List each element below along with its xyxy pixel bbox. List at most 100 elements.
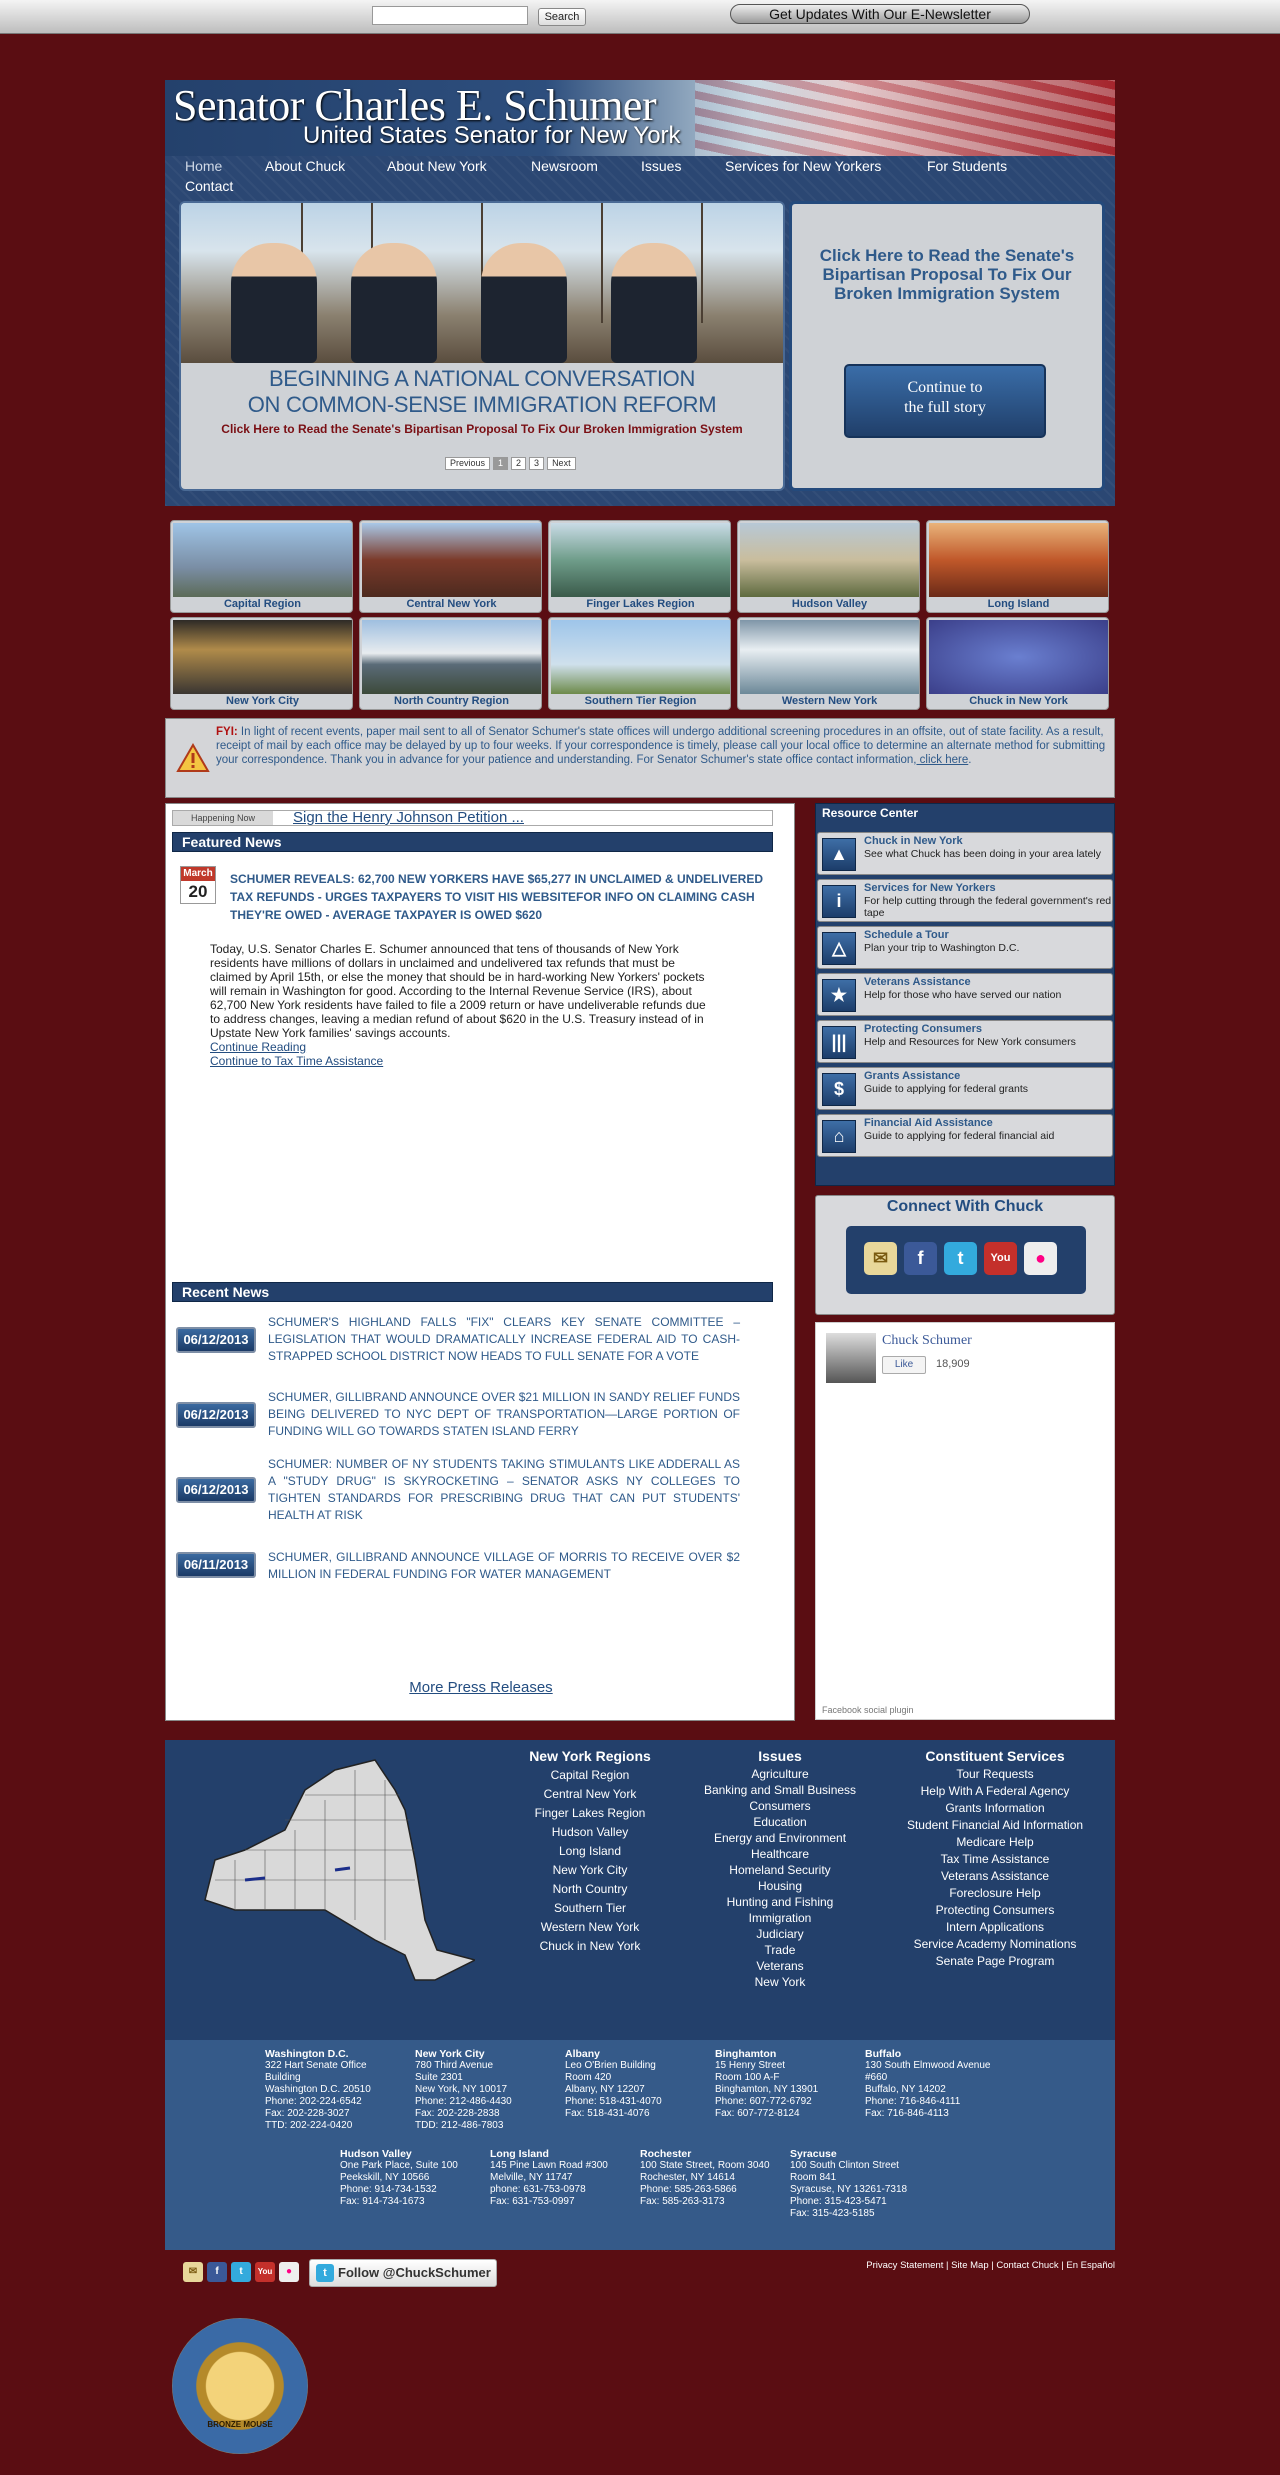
featured-title[interactable]: SCHUMER REVEALS: 62,700 NEW YORKERS HAVE… — [230, 870, 778, 924]
nav-home[interactable]: Home — [185, 158, 222, 174]
region-tile-southern-tier[interactable]: Southern Tier Region — [548, 617, 731, 710]
twitter-icon[interactable]: t — [944, 1242, 977, 1275]
footer-link[interactable]: New York City — [505, 1861, 675, 1880]
slide-caption-line2[interactable]: ON COMMON-SENSE IMMIGRATION REFORM — [181, 392, 783, 418]
youtube-icon[interactable]: You — [255, 2262, 275, 2282]
follow-twitter-button[interactable]: t Follow @ChuckSchumer — [309, 2259, 497, 2287]
footer-link[interactable]: Chuck in New York — [505, 1937, 675, 1956]
footer-link[interactable]: Student Financial Aid Information — [885, 1817, 1105, 1834]
news-item-link[interactable]: Schumer: Number Of NY Students Taking St… — [268, 1456, 740, 1524]
region-tile-chuck-in-new-york[interactable]: Chuck in New York — [926, 617, 1109, 710]
pager-page-1[interactable]: 1 — [493, 457, 509, 470]
nav-contact[interactable]: Contact — [185, 178, 233, 194]
resource-item-financial-aid[interactable]: ⌂ Financial Aid Assistance Guide to applyi… — [817, 1114, 1113, 1157]
footer-link[interactable]: Immigration — [685, 1910, 875, 1926]
footer-link[interactable]: Veterans Assistance — [885, 1868, 1105, 1885]
more-press-releases-link[interactable]: More Press Releases — [166, 1679, 796, 1696]
region-tile-hudson-valley[interactable]: Hudson Valley — [737, 520, 920, 613]
news-item-link[interactable]: Schumer, Gillibrand Announce Over $21 Mi… — [268, 1389, 740, 1440]
footer-link[interactable]: Banking and Small Business — [685, 1782, 875, 1798]
footer-link[interactable]: Medicare Help — [885, 1834, 1105, 1851]
footer-link[interactable]: Capital Region — [505, 1766, 675, 1785]
facebook-plugin-label[interactable]: Facebook social plugin — [822, 1705, 914, 1715]
pager-previous[interactable]: Previous — [445, 457, 491, 470]
resource-item-grants[interactable]: $ Grants Assistance Guide to applying for … — [817, 1067, 1113, 1110]
footer-link[interactable]: Long Island — [505, 1842, 675, 1861]
email-icon[interactable]: ✉ — [864, 1242, 897, 1275]
slideshow[interactable]: BEGINNING A NATIONAL CONVERSATION ON COM… — [179, 201, 785, 491]
facebook-icon[interactable]: f — [904, 1242, 937, 1275]
footer-link[interactable]: Energy and Environment — [685, 1830, 875, 1846]
news-item-link[interactable]: Schumer, Gillibrand Announce Village Of … — [268, 1549, 740, 1583]
footer-link[interactable]: Consumers — [685, 1798, 875, 1814]
region-tile-north-country[interactable]: North Country Region — [359, 617, 542, 710]
footer-link[interactable]: North Country — [505, 1880, 675, 1899]
footer-link[interactable]: Foreclosure Help — [885, 1885, 1105, 1902]
nav-about-new-york[interactable]: About New York — [387, 158, 487, 174]
footer-link[interactable]: Veterans — [685, 1958, 875, 1974]
youtube-icon[interactable]: You — [984, 1242, 1017, 1275]
nav-services[interactable]: Services for New Yorkers — [725, 158, 881, 174]
region-tile-long-island[interactable]: Long Island — [926, 520, 1109, 613]
resource-item-consumers[interactable]: ||| Protecting Consumers Help and Resource… — [817, 1020, 1113, 1063]
region-tile-central[interactable]: Central New York — [359, 520, 542, 613]
slide-subcaption[interactable]: Click Here to Read the Senate's Bipartis… — [181, 422, 783, 436]
footer-link[interactable]: Trade — [685, 1942, 875, 1958]
happening-now-link[interactable]: Sign the Henry Johnson Petition ... — [293, 809, 524, 826]
resource-item-tour[interactable]: △ Schedule a Tour Plan your trip to Washin… — [817, 926, 1113, 969]
footer-link[interactable]: Hudson Valley — [505, 1823, 675, 1842]
footer-link[interactable]: Service Academy Nominations — [885, 1936, 1105, 1953]
region-tile-western-new-york[interactable]: Western New York — [737, 617, 920, 710]
footer-links[interactable]: Privacy Statement | Site Map | Contact C… — [700, 2260, 1115, 2271]
flickr-icon[interactable]: ● — [279, 2262, 299, 2282]
facebook-name[interactable]: Chuck Schumer — [882, 1333, 972, 1349]
email-icon[interactable]: ✉ — [183, 2262, 203, 2282]
region-tile-new-york-city[interactable]: New York City — [170, 617, 353, 710]
footer-link[interactable]: Healthcare — [685, 1846, 875, 1862]
news-item-link[interactable]: Schumer's Highland Falls "FIX" Clears Ke… — [268, 1314, 740, 1365]
search-button[interactable]: Search — [538, 8, 586, 26]
footer-link[interactable]: Senate Page Program — [885, 1953, 1105, 1970]
footer-link[interactable]: Finger Lakes Region — [505, 1804, 675, 1823]
resource-item-veterans[interactable]: ★ Veterans Assistance Help for those who h… — [817, 973, 1113, 1016]
slide-caption[interactable]: BEGINNING A NATIONAL CONVERSATION — [181, 366, 783, 392]
footer-link[interactable]: Hunting and Fishing — [685, 1894, 875, 1910]
footer-link[interactable]: Southern Tier — [505, 1899, 675, 1918]
footer-link[interactable]: Agriculture — [685, 1766, 875, 1782]
footer-link[interactable]: Intern Applications — [885, 1919, 1105, 1936]
enewsletter-button[interactable]: Get Updates With Our E-Newsletter — [730, 4, 1030, 24]
nav-newsroom[interactable]: Newsroom — [531, 158, 598, 174]
footer-link[interactable]: Housing — [685, 1878, 875, 1894]
pager-page-2[interactable]: 2 — [511, 457, 527, 470]
feature-link[interactable]: Click Here to Read the Senate's Bipartis… — [812, 246, 1082, 303]
footer-link[interactable]: Judiciary — [685, 1926, 875, 1942]
footer-link[interactable]: Tour Requests — [885, 1766, 1105, 1783]
pager-page-3[interactable]: 3 — [529, 457, 545, 470]
slide-photo[interactable] — [181, 203, 783, 363]
resource-item-services[interactable]: i Services for New Yorkers For help cuttin… — [817, 879, 1113, 922]
flickr-icon[interactable]: ● — [1024, 1242, 1057, 1275]
footer-link[interactable]: New York — [685, 1974, 875, 1990]
facebook-like-button[interactable]: Like — [882, 1356, 926, 1374]
continue-reading-link[interactable]: Continue Reading — [210, 1040, 306, 1054]
nav-for-students[interactable]: For Students — [927, 158, 1007, 174]
region-tile-capital[interactable]: Capital Region — [170, 520, 353, 613]
footer-link[interactable]: Tax Time Assistance — [885, 1851, 1105, 1868]
facebook-icon[interactable]: f — [207, 2262, 227, 2282]
footer-link[interactable]: Grants Information — [885, 1800, 1105, 1817]
footer-link[interactable]: Protecting Consumers — [885, 1902, 1105, 1919]
search-input[interactable] — [372, 6, 528, 25]
footer-link[interactable]: Central New York — [505, 1785, 675, 1804]
fyi-click-here-link[interactable]: click here — [916, 754, 969, 766]
region-tile-finger-lakes[interactable]: Finger Lakes Region — [548, 520, 731, 613]
facebook-avatar[interactable] — [826, 1333, 876, 1383]
footer-link[interactable]: Help With A Federal Agency — [885, 1783, 1105, 1800]
continue-button[interactable]: Continue to the full story — [844, 364, 1046, 438]
footer-link[interactable]: Education — [685, 1814, 875, 1830]
footer-link[interactable]: Homeland Security — [685, 1862, 875, 1878]
nav-issues[interactable]: Issues — [641, 158, 681, 174]
tax-time-assistance-link[interactable]: Continue to Tax Time Assistance — [210, 1054, 383, 1068]
pager-next[interactable]: Next — [547, 457, 576, 470]
nav-about-chuck[interactable]: About Chuck — [265, 158, 345, 174]
resource-item-chuck-in-ny[interactable]: ▲ Chuck in New York See what Chuck has bee… — [817, 832, 1113, 875]
